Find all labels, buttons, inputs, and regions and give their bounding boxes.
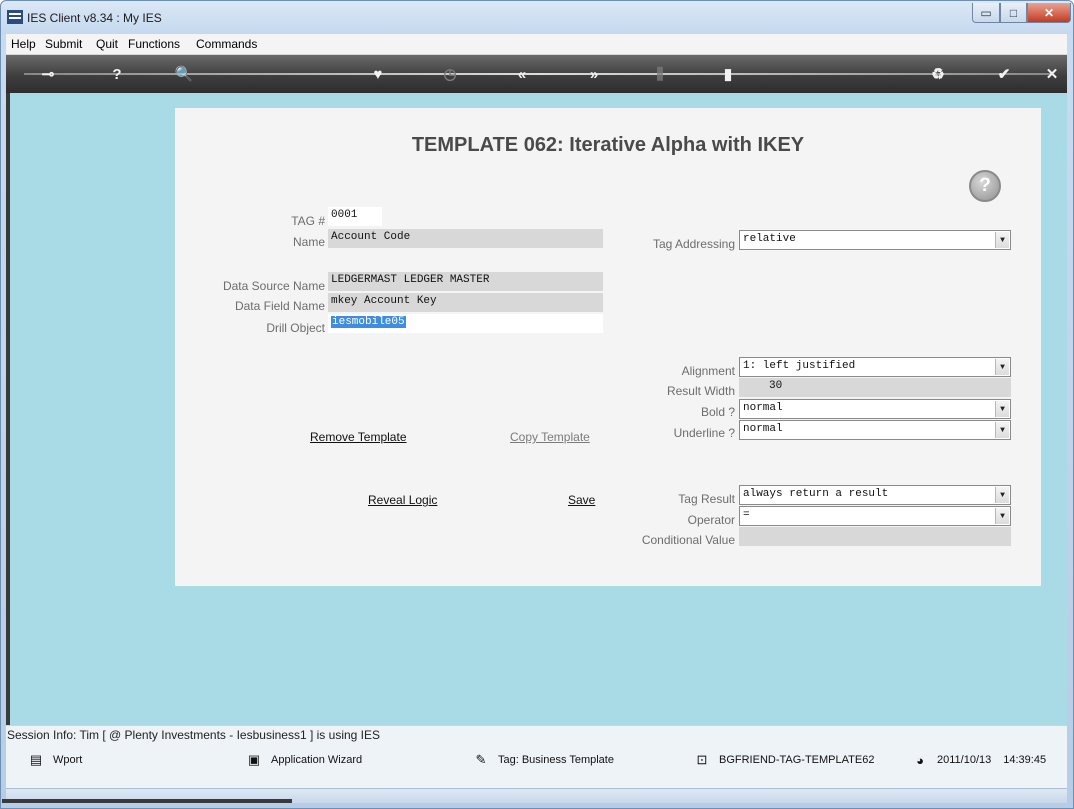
tag-addressing-label: Tag Addressing [652,237,735,251]
tag-addressing-select[interactable]: relative ▼ [739,230,1011,250]
operator-label: Operator [687,513,735,527]
chevron-down-icon[interactable]: ▼ [995,401,1009,417]
underline-select[interactable]: normal ▼ [739,420,1011,440]
bold-select[interactable]: normal ▼ [739,399,1011,419]
drill-object-selection: iesmobile05 [331,316,406,328]
rewind-icon[interactable]: « [510,63,534,85]
toolbar-close-icon[interactable]: ✕ [1040,63,1064,85]
copy-template-link[interactable]: Copy Template [510,430,590,444]
tag-label: TAG # [291,214,325,228]
maximize-button[interactable]: □ [1000,3,1027,23]
app-icon [7,10,23,24]
tag-addressing-value: relative [743,233,796,245]
tag-business-template-label: Tag: Business Template [498,754,614,766]
chevron-down-icon[interactable]: ▼ [995,422,1009,438]
minimize-button[interactable]: ▭ [972,3,1000,23]
clock-icon: ◕ [916,752,924,768]
wport-icon: ▤ [29,752,43,767]
application-wizard-label: Application Wizard [271,754,363,766]
tag-result-select[interactable]: always return a result ▼ [739,485,1011,505]
date-text: 2011/10/13 [937,754,992,766]
search-icon[interactable]: 🔍 [172,63,196,85]
wport-label: Wport [53,754,83,766]
tag-result-label: Tag Result [678,492,735,506]
name-field[interactable]: Account Code [328,229,603,248]
data-source-field[interactable]: LEDGERMAST LEDGER MASTER [328,272,603,291]
bgfriend-label: BGFRIEND-TAG-TEMPLATE62 [719,754,875,766]
name-label: Name [292,235,325,249]
result-width-label: Result Width [666,384,735,398]
template-form-panel: TEMPLATE 062: Iterative Alpha with IKEY … [175,108,1041,586]
page-title: TEMPLATE 062: Iterative Alpha with IKEY [411,134,805,156]
wport-item[interactable]: ▤ Wport [28,752,83,768]
datetime-item: ◕ 2011/10/13 14:39:45 [912,752,1046,768]
underline-value: normal [743,423,783,435]
page-icon[interactable]: ▮ [716,63,740,85]
chevron-down-icon[interactable]: ▼ [995,359,1009,375]
menu-commands[interactable]: Commands [196,37,257,51]
alignment-value: 1: left justified [743,360,856,372]
chevron-down-icon[interactable]: ▼ [995,487,1009,503]
maximize-icon: □ [1009,5,1018,20]
horizontal-scroll-thumb[interactable] [2,799,292,803]
key-icon[interactable]: ⊸ [36,63,60,85]
menu-bar: Help Submit Quit Functions Commands [6,34,1067,55]
status-taskbar: ▤ Wport ▣ Application Wizard ✎ Tag: Busi… [6,743,1067,788]
minimize-icon: ▭ [980,5,992,20]
data-field-field[interactable]: mkey Account Key [328,293,603,312]
session-info-text: Session Info: Tim [ @ Plenty Investments… [7,728,381,742]
reveal-logic-link[interactable]: Reveal Logic [368,493,437,507]
operator-select[interactable]: = ▼ [739,506,1011,526]
left-edge [6,93,10,725]
operator-value: = [743,509,750,521]
tag-business-template-item[interactable]: ✎ Tag: Business Template [473,752,614,768]
tag-icon: ✎ [475,752,487,767]
help-circle-icon[interactable]: ? [969,170,1001,202]
bold-label: Bold ? [700,405,735,419]
data-source-label: Data Source Name [222,279,325,293]
columns-icon[interactable]: ⫼ [648,63,672,85]
tag-result-value: always return a result [743,488,889,500]
save-link[interactable]: Save [568,493,595,507]
data-field-label: Data Field Name [234,299,325,313]
tag-number-field[interactable]: 0001 [328,207,382,226]
forward-icon[interactable]: » [582,63,606,85]
bgfriend-icon: ⊡ [696,752,708,767]
recycle-icon[interactable]: ♻ [926,63,950,85]
application-wizard-item[interactable]: ▣ Application Wizard [246,752,362,768]
check-icon[interactable]: ✔ [992,63,1016,85]
title-bar[interactable]: IES Client v8.34 : My IES ▭ □ ✕ [1,1,1073,35]
help-icon[interactable]: ? [105,63,129,85]
alignment-label: Alignment [681,364,735,378]
session-info-bar: Session Info: Tim [ @ Plenty Investments… [6,725,1067,743]
drill-object-field[interactable]: iesmobile05 [328,314,603,333]
menu-help[interactable]: Help [11,37,36,51]
drill-object-label: Drill Object [266,321,325,335]
menu-functions[interactable]: Functions [128,37,180,51]
conditional-value-label: Conditional Value [641,533,735,547]
remove-template-link[interactable]: Remove Template [310,430,407,444]
toolbar: ⊸ ? 🔍 ♥ ◷ « » ⫼ ▮ ♻ ✔ ✕ [6,55,1067,93]
clock-icon[interactable]: ◷ [438,63,462,85]
close-icon: ✕ [1043,5,1055,20]
chevron-down-icon[interactable]: ▼ [995,508,1009,524]
result-width-field[interactable]: 30 [739,378,1011,397]
wizard-icon: ▣ [247,752,261,767]
bgfriend-item[interactable]: ⊡ BGFRIEND-TAG-TEMPLATE62 [694,752,875,768]
alignment-select[interactable]: 1: left justified ▼ [739,357,1011,377]
underline-label: Underline ? [673,426,735,440]
conditional-value-field[interactable] [739,527,1011,546]
bold-value: normal [743,402,783,414]
time-text: 14:39:45 [1003,754,1047,766]
menu-quit[interactable]: Quit [96,37,118,51]
chevron-down-icon[interactable]: ▼ [995,232,1009,248]
heart-icon[interactable]: ♥ [366,63,390,85]
menu-submit[interactable]: Submit [45,37,82,51]
close-window-button[interactable]: ✕ [1027,3,1071,23]
window-title: IES Client v8.34 : My IES [27,11,162,25]
